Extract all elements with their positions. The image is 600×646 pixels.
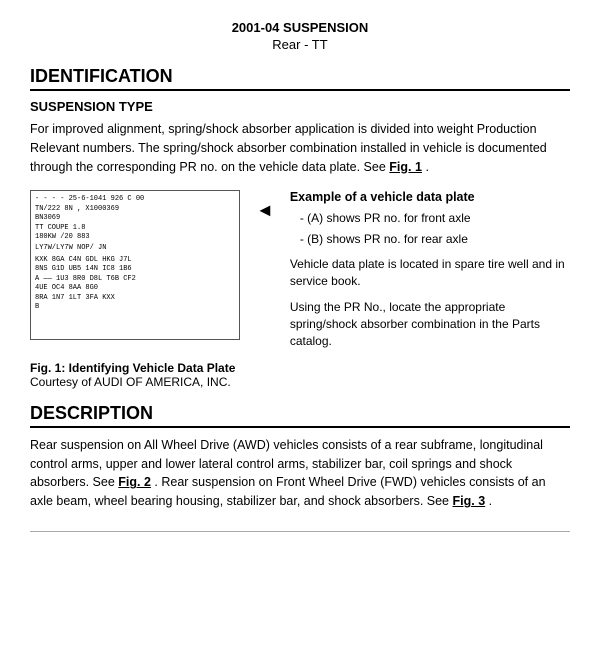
plate-line-4: TT COUPE 1.8 xyxy=(35,224,235,233)
suspension-type-heading: SUSPENSION TYPE xyxy=(30,99,570,114)
identification-heading: IDENTIFICATION xyxy=(30,66,570,91)
plate-line-10: 4UE OC4 8AA 8G0 xyxy=(35,284,235,293)
fig3-ref: Fig. 3 xyxy=(453,494,486,508)
description-heading: DESCRIPTION xyxy=(30,403,570,428)
page-header: 2001-04 SUSPENSION Rear - TT xyxy=(30,20,570,52)
legend-item-b: - (B) shows PR no. for rear axle xyxy=(300,231,570,248)
desc-text-3: . xyxy=(489,494,492,508)
arrow-icon: ◄ xyxy=(256,200,274,221)
page-subtitle: Rear - TT xyxy=(30,37,570,52)
plate-line-5: 180KW /20 883 xyxy=(35,233,235,242)
figure-caption: Fig. 1: Identifying Vehicle Data Plate C… xyxy=(30,361,570,389)
example-title: Example of a vehicle data plate xyxy=(290,190,570,204)
plate-line-8: 8NS G1D UB5 14N IC8 1B6 xyxy=(35,265,235,274)
fig1-ref: Fig. 1 xyxy=(389,160,422,174)
plate-content: - - - - 25-6-1041 926 C 00 TN/222 8N , X… xyxy=(35,195,235,312)
figure-area: - - - - 25-6-1041 926 C 00 TN/222 8N , X… xyxy=(30,190,570,351)
fig2-ref: Fig. 2 xyxy=(118,475,151,489)
figure-legend: Example of a vehicle data plate - (A) sh… xyxy=(290,190,570,351)
suspension-type-text: For improved alignment, spring/shock abs… xyxy=(30,120,570,176)
vehicle-data-plate: - - - - 25-6-1041 926 C 00 TN/222 8N , X… xyxy=(30,190,240,340)
plate-line-12: B xyxy=(35,303,235,312)
legend-note-1: Vehicle data plate is located in spare t… xyxy=(290,256,570,291)
fig-caption-title: Fig. 1: Identifying Vehicle Data Plate xyxy=(30,361,235,375)
legend-note-2: Using the PR No., locate the appropriate… xyxy=(290,299,570,351)
plate-line-7: KXK 8GA C4N GDL HKG J7L xyxy=(35,256,235,265)
suspension-type-text-part2: . xyxy=(425,160,428,174)
plate-line-3: BN3069 xyxy=(35,214,235,223)
plate-line-9: A —— 1U3 8R0 D8L T6B CF2 xyxy=(35,275,235,284)
plate-line-11: 8RA 1N7 1LT 3FA KXX xyxy=(35,294,235,303)
description-text: Rear suspension on All Wheel Drive (AWD)… xyxy=(30,436,570,511)
legend-item-a: - (A) shows PR no. for front axle xyxy=(300,210,570,227)
plate-line-6: LY7W/LY7W NOP/ JN xyxy=(35,244,235,253)
plate-line-2: TN/222 8N , X1000369 xyxy=(35,205,235,214)
page-title: 2001-04 SUSPENSION xyxy=(30,20,570,35)
fig-caption-courtesy: Courtesy of AUDI OF AMERICA, INC. xyxy=(30,375,231,389)
suspension-type-text-part1: For improved alignment, spring/shock abs… xyxy=(30,122,547,174)
bottom-rule xyxy=(30,531,570,532)
plate-line-1: - - - - 25-6-1041 926 C 00 xyxy=(35,195,235,204)
